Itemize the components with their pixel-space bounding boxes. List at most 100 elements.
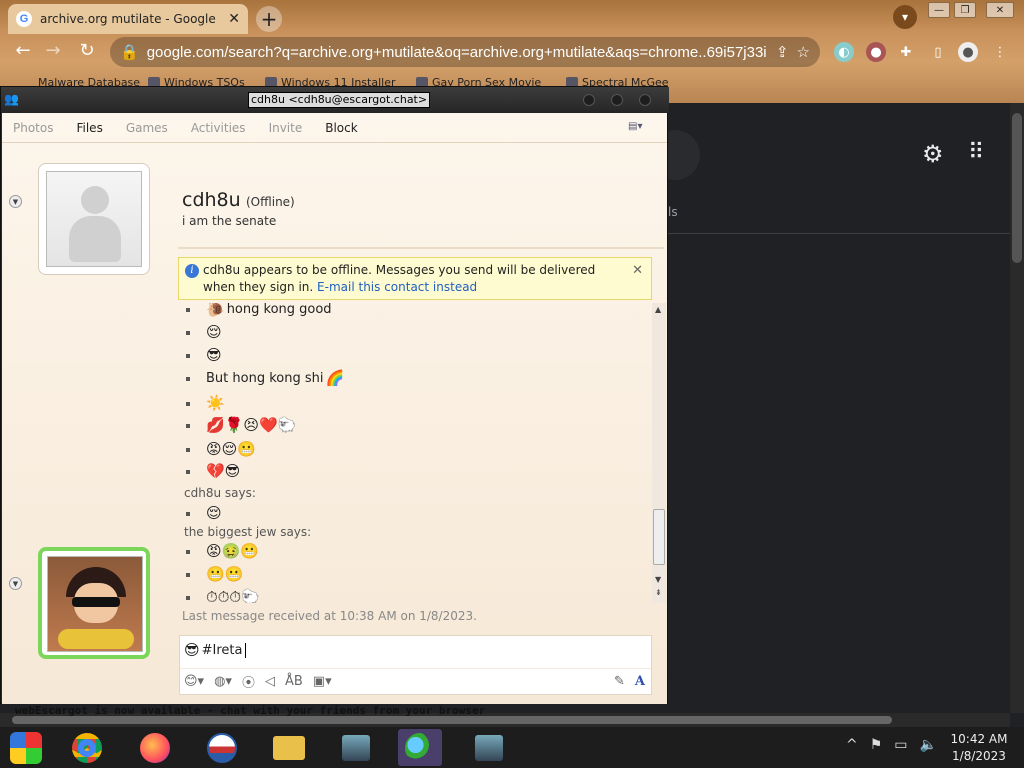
my-avatar[interactable] <box>38 547 150 659</box>
emoticon: 😌 <box>206 504 222 522</box>
bookmark-star-icon[interactable]: ☆ <box>797 43 810 61</box>
minimize-button[interactable]: — <box>928 2 950 18</box>
reload-icon[interactable]: ↻ <box>76 40 98 61</box>
window-title: cdh8u <cdh8u@escargot.chat> <box>248 92 431 108</box>
volume-icon[interactable]: 🔈 <box>920 737 937 753</box>
options-menu-icon[interactable]: ▤▾ <box>628 121 650 135</box>
web-escargot-notice[interactable]: webEscargot is now available - chat with… <box>15 704 485 717</box>
messenger-window: 👥 cdh8u <cdh8u@escargot.chat> Photos Fil… <box>0 86 669 717</box>
close-notice-icon[interactable]: ✕ <box>632 262 643 279</box>
puzzle-icon[interactable]: ✚ <box>896 42 916 62</box>
emoticon: ☀️ <box>206 394 225 412</box>
bullet <box>186 572 190 577</box>
menu-invite[interactable]: Invite <box>269 121 303 135</box>
taskbar-clock[interactable]: 10:42 AM 1/8/2023 <box>944 731 1014 765</box>
share-icon[interactable]: ⇪ <box>776 43 789 61</box>
message-input[interactable]: 😎 #Ireta 😊▾ ◍▾ ⦿ ◁ ÅB ▣▾ ✎ A <box>179 635 652 695</box>
scroll-up-icon[interactable]: ▲ <box>655 305 661 314</box>
maximize-button[interactable] <box>611 94 623 106</box>
minimize-button[interactable] <box>583 94 595 106</box>
windows-logo-icon <box>10 731 42 764</box>
avatar-body <box>69 216 121 262</box>
menu-activities[interactable]: Activities <box>191 121 246 135</box>
restore-button[interactable]: ❐ <box>954 2 976 18</box>
close-button[interactable]: ✕ <box>986 2 1014 18</box>
messenger-icon <box>405 732 435 763</box>
clock-date: 1/8/2023 <box>952 749 1006 763</box>
collapse-icon[interactable]: ▼ <box>9 195 22 208</box>
nudge-icon[interactable]: ⦿ <box>242 672 255 691</box>
firefox-icon <box>140 732 170 763</box>
font-icon[interactable]: A <box>635 674 645 689</box>
scroll-down-icon[interactable]: ▼ <box>655 575 661 584</box>
history-scrollbar[interactable]: ▲ ▼ ⇟ <box>652 303 666 603</box>
voice-clip-icon[interactable]: ◁ <box>265 674 275 689</box>
emoticon: 😎 <box>206 346 222 364</box>
handwriting-icon[interactable]: ✎ <box>614 674 625 689</box>
emoticon-picker-icon[interactable]: 😊▾ <box>184 674 204 689</box>
bullet <box>186 330 190 335</box>
extension-icon[interactable]: ◐ <box>834 42 854 62</box>
scrollbar-thumb[interactable] <box>1012 113 1022 263</box>
browser-tab[interactable]: G archive.org mutilate - Google Sea ✕ <box>8 4 248 34</box>
tab-search-icon[interactable]: ▾ <box>893 5 917 29</box>
address-bar[interactable]: 🔒 google.com/search?q=archive.org+mutila… <box>110 37 820 67</box>
avatar-glasses <box>72 597 120 607</box>
menu-games[interactable]: Games <box>126 121 168 135</box>
scrollbar-thumb[interactable] <box>653 509 665 565</box>
start-button[interactable] <box>4 729 48 766</box>
installer-taskbar-icon[interactable] <box>334 729 378 766</box>
bullet <box>186 469 190 474</box>
menu-dots-icon[interactable]: ⋮ <box>990 42 1010 62</box>
system-tray: ^ ⚑ ▭ 🔈 <box>846 737 937 753</box>
emoticon: 💋🌹😣❤️🐑 <box>206 416 297 434</box>
input-emoticon: 😎 <box>184 641 200 659</box>
apps-grid-icon[interactable]: ⠿ <box>968 140 984 165</box>
firefox-taskbar-icon[interactable] <box>133 729 177 766</box>
close-tab-icon[interactable]: ✕ <box>228 11 240 27</box>
obama-taskbar-icon[interactable] <box>200 729 244 766</box>
profile-extension-icon[interactable]: ● <box>866 42 886 62</box>
messenger-taskbar-icon[interactable] <box>398 729 442 766</box>
chrome-taskbar-icon[interactable] <box>65 729 109 766</box>
flag-icon[interactable]: ⚑ <box>870 737 883 753</box>
user-picture <box>47 556 143 652</box>
settings-gear-icon[interactable]: ⚙ <box>922 140 944 168</box>
new-tab-button[interactable]: + <box>256 6 282 32</box>
scroll-end-icon[interactable]: ⇟ <box>655 588 662 597</box>
scrollbar-thumb[interactable] <box>12 716 892 724</box>
show-hidden-icons-icon[interactable]: ^ <box>846 737 858 753</box>
computer-icon <box>342 734 370 761</box>
menu-block[interactable]: Block <box>325 121 357 135</box>
back-icon[interactable]: ← <box>12 40 34 61</box>
menu-photos[interactable]: Photos <box>13 121 53 135</box>
contact-name: cdh8u <box>182 189 241 211</box>
account-icon[interactable]: ● <box>958 42 978 62</box>
network-icon[interactable]: ▭ <box>894 737 907 753</box>
chat-message: ⏱⏱⏱🐑 <box>178 589 260 603</box>
contact-avatar[interactable] <box>38 163 150 275</box>
close-button[interactable] <box>639 94 651 106</box>
collapse-icon[interactable]: ▼ <box>9 577 22 590</box>
emoticon: 😡😌😬 <box>206 440 256 458</box>
message-input-text[interactable]: 😎 #Ireta <box>184 642 246 659</box>
page-scrollbar[interactable] <box>1010 103 1024 713</box>
forward-icon[interactable]: → <box>42 40 64 61</box>
emoticon: 😡🤢😬 <box>206 542 259 560</box>
background-picker-icon[interactable]: ▣▾ <box>313 674 332 689</box>
offline-notice: i cdh8u appears to be offline. Messages … <box>178 257 652 300</box>
menu-files[interactable]: Files <box>76 121 102 135</box>
spellcheck-icon[interactable]: ÅB <box>285 674 303 689</box>
installer2-taskbar-icon[interactable] <box>467 729 511 766</box>
chat-message: But hong kong shi 🌈 <box>178 370 344 387</box>
google-tab-label[interactable]: ls <box>668 205 678 219</box>
side-panel-icon[interactable]: ▯ <box>928 42 948 62</box>
chat-message: 💋🌹😣❤️🐑 <box>178 417 296 434</box>
email-contact-link[interactable]: E-mail this contact instead <box>317 280 477 294</box>
input-value: #Ireta <box>201 643 243 658</box>
explorer-taskbar-icon[interactable] <box>267 729 311 766</box>
bullet <box>186 353 190 358</box>
wink-picker-icon[interactable]: ◍▾ <box>214 674 232 689</box>
messenger-titlebar[interactable]: 👥 cdh8u <cdh8u@escargot.chat> <box>1 87 669 113</box>
clock-time: 10:42 AM <box>950 732 1008 746</box>
